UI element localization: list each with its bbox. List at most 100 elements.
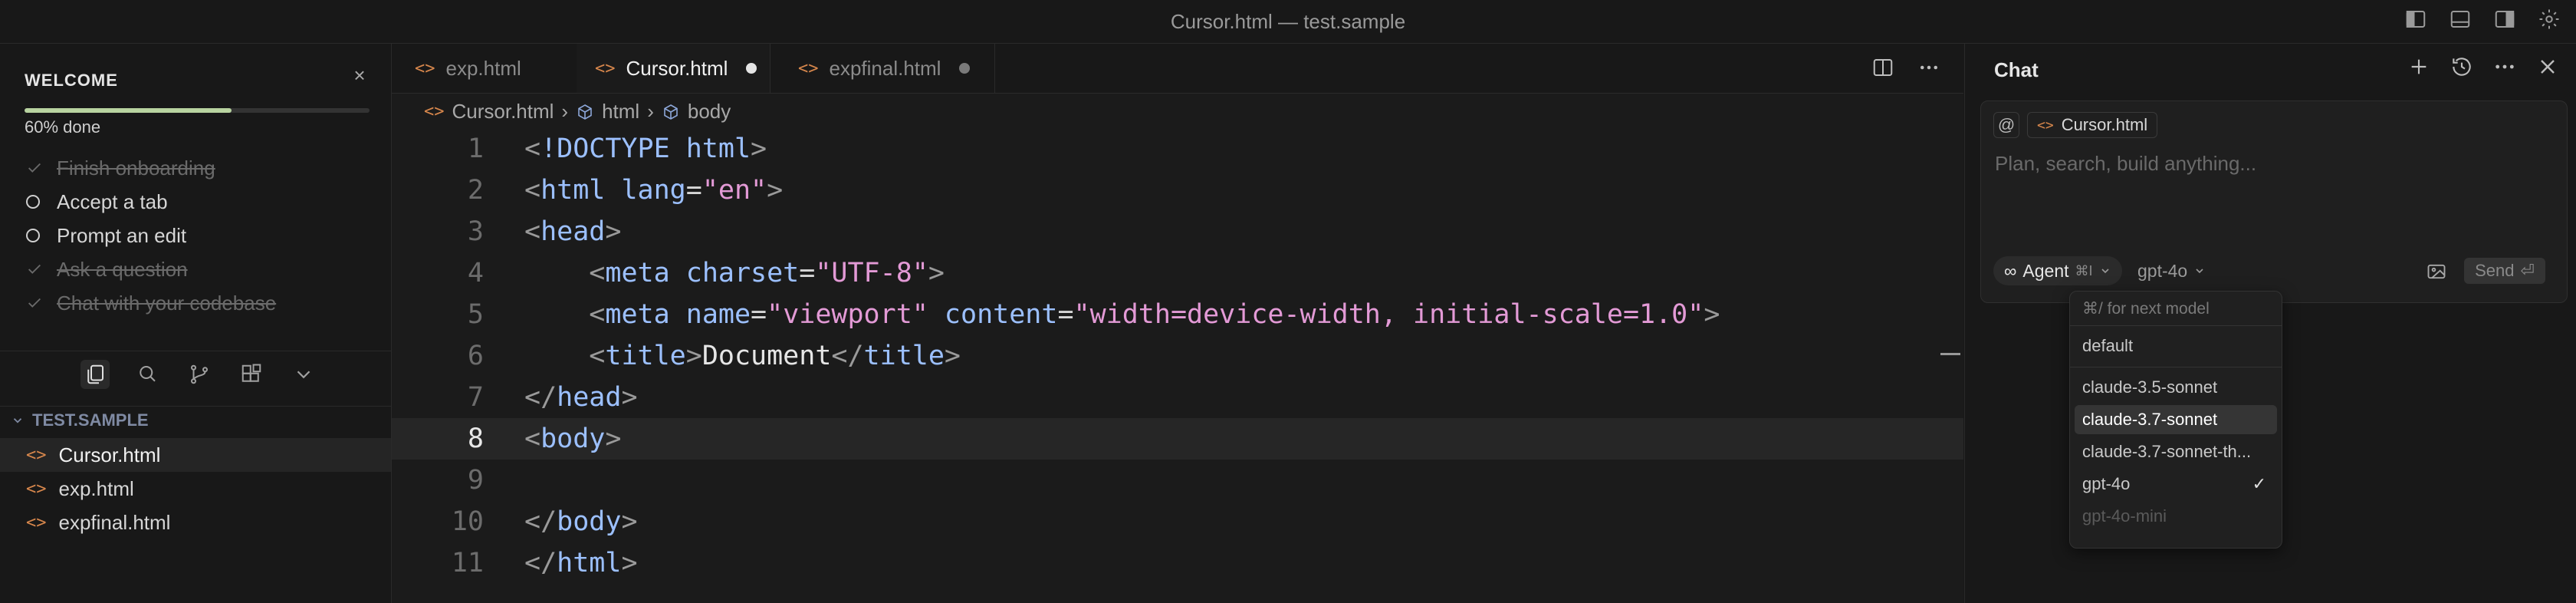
toggle-left-sidebar-icon[interactable] [2404, 8, 2427, 31]
checkmark-icon [26, 160, 49, 176]
line-number: 6 [467, 341, 484, 371]
checklist-item-ask-question[interactable]: Ask a question [26, 252, 379, 286]
code-line[interactable]: 11 </html> [392, 542, 1963, 584]
model-option-claude-3-5-sonnet[interactable]: claude-3.5-sonnet [2075, 373, 2277, 402]
model-option-default[interactable]: default [2075, 331, 2277, 361]
onboarding-checklist: Finish onboarding Accept a tab Prompt an… [26, 151, 379, 320]
progress-fill [25, 108, 232, 113]
code-text: <meta charset="UTF-8"> [589, 258, 945, 288]
settings-gear-icon[interactable] [2538, 8, 2561, 31]
code-text: </html> [524, 548, 638, 578]
model-select[interactable]: gpt-4o [2137, 256, 2206, 285]
file-name: exp.html [58, 476, 134, 500]
chat-panel: Chat @ <> Cursor.html ∞ Agent ⌘I gpt-4o … [1964, 44, 2576, 603]
option-label: gpt-4o [2082, 474, 2131, 493]
file-item-exp-html[interactable]: <> exp.html [0, 472, 391, 506]
line-number: 9 [467, 465, 484, 496]
send-label: Send [2475, 261, 2515, 280]
line-number: 1 [467, 133, 484, 164]
line-number: 5 [467, 299, 484, 330]
search-icon[interactable] [133, 360, 162, 389]
new-chat-plus-icon[interactable] [2407, 54, 2431, 79]
divider [2070, 325, 2282, 326]
code-line[interactable]: 5 <meta name="viewport" content="width=d… [392, 294, 1963, 335]
breadcrumb: <> Cursor.html › html › body [424, 100, 731, 124]
breadcrumb-html[interactable]: html [602, 100, 639, 124]
unsaved-dot-icon[interactable] [959, 63, 971, 74]
tab-expfinal-html[interactable]: <> expfinal.html [770, 44, 995, 93]
code-line[interactable]: 3 <head> [392, 211, 1963, 252]
send-button[interactable]: Send ⏎ [2464, 258, 2545, 284]
split-editor-icon[interactable] [1871, 56, 1894, 79]
context-file-chip[interactable]: <> Cursor.html [2027, 112, 2158, 138]
file-list: <> Cursor.html <> exp.html <> expfinal.h… [0, 438, 391, 539]
checklist-label: Chat with your codebase [57, 291, 277, 315]
checkmark-icon [26, 295, 49, 311]
toggle-panel-icon[interactable] [2449, 8, 2472, 31]
html-file-icon: <> [424, 102, 445, 121]
extensions-icon[interactable] [237, 360, 266, 389]
html-file-icon: <> [798, 58, 819, 78]
model-option-gpt-4o[interactable]: gpt-4o ✓ [2075, 470, 2277, 499]
window-title: Cursor.html — test.sample [1170, 9, 1406, 33]
tab-exp-html[interactable]: <> exp.html [392, 44, 600, 93]
option-label: default [2082, 336, 2134, 355]
add-context-button[interactable]: @ [1993, 112, 2019, 138]
sidebar: WELCOME × 60% done Finish onboarding Acc… [0, 44, 392, 603]
file-item-cursor-html[interactable]: <> Cursor.html [0, 438, 391, 472]
line-number: 8 [467, 423, 484, 454]
code-line-current[interactable]: 8 <body> [392, 418, 1963, 460]
code-area[interactable]: 1 <!DOCTYPE html> 2 <html lang="en"> 3 <hea… [392, 128, 1963, 584]
line-number: 7 [467, 382, 484, 413]
checkmark-icon: ✓ [2252, 474, 2266, 493]
layout-controls [2404, 8, 2561, 31]
welcome-close-icon[interactable]: × [350, 64, 370, 87]
agent-mode-label: Agent [2022, 260, 2069, 281]
chevron-down-icon [13, 418, 22, 423]
chevron-down-icon [2101, 269, 2109, 274]
more-actions-icon[interactable] [2492, 54, 2517, 79]
code-line[interactable]: 9 [392, 460, 1963, 501]
checklist-item-chat-codebase[interactable]: Chat with your codebase [26, 286, 379, 320]
checkmark-icon [26, 261, 49, 278]
unsaved-dot-icon[interactable] [746, 63, 757, 74]
code-line[interactable]: 4 <meta charset="UTF-8"> [392, 252, 1963, 294]
breadcrumb-file[interactable]: Cursor.html [452, 100, 554, 124]
model-dropdown: ⌘/ for next model default claude-3.5-son… [2069, 291, 2282, 549]
line-number: 2 [467, 175, 484, 206]
code-line[interactable]: 1 <!DOCTYPE html> [392, 128, 1963, 170]
model-option-claude-3-7-sonnet-thinking[interactable]: claude-3.7-sonnet-th... [2075, 437, 2277, 466]
checklist-item-accept-tab[interactable]: Accept a tab [26, 185, 379, 219]
chevron-right-icon: › [561, 100, 569, 123]
title-bar: Cursor.html — test.sample [0, 0, 2576, 44]
project-header[interactable]: TEST.SAMPLE [11, 410, 149, 430]
history-icon[interactable] [2450, 54, 2474, 79]
minimap-indicator[interactable] [1940, 353, 1960, 355]
html-file-icon: <> [2037, 117, 2054, 133]
tab-cursor-html[interactable]: <> Cursor.html [577, 44, 770, 93]
checklist-item-finish-onboarding[interactable]: Finish onboarding [26, 151, 379, 185]
agent-mode-select[interactable]: ∞ Agent ⌘I [1993, 256, 2122, 285]
divider [0, 406, 391, 407]
html-file-icon: <> [26, 445, 47, 465]
image-attach-icon[interactable] [2426, 261, 2447, 282]
project-name: TEST.SAMPLE [32, 410, 149, 430]
code-line[interactable]: 6 <title>Document</title> [392, 335, 1963, 377]
explorer-files-icon[interactable] [80, 360, 110, 389]
code-line[interactable]: 2 <html lang="en"> [392, 170, 1963, 211]
activity-bar [80, 360, 318, 389]
code-line[interactable]: 10 </body> [392, 501, 1963, 542]
checklist-item-prompt-edit[interactable]: Prompt an edit [26, 219, 379, 252]
code-line[interactable]: 7 </head> [392, 377, 1963, 418]
toggle-right-sidebar-icon[interactable] [2493, 8, 2516, 31]
file-name: Cursor.html [58, 443, 161, 466]
source-control-icon[interactable] [185, 360, 214, 389]
file-item-expfinal-html[interactable]: <> expfinal.html [0, 506, 391, 539]
chevron-down-icon[interactable] [289, 360, 318, 389]
model-option-claude-3-7-sonnet[interactable]: claude-3.7-sonnet [2075, 405, 2277, 434]
circle-icon [26, 195, 49, 209]
close-icon[interactable] [2535, 54, 2560, 79]
breadcrumb-body[interactable]: body [688, 100, 731, 124]
chat-prompt-input[interactable] [1993, 147, 2548, 180]
more-actions-icon[interactable] [1917, 56, 1940, 79]
